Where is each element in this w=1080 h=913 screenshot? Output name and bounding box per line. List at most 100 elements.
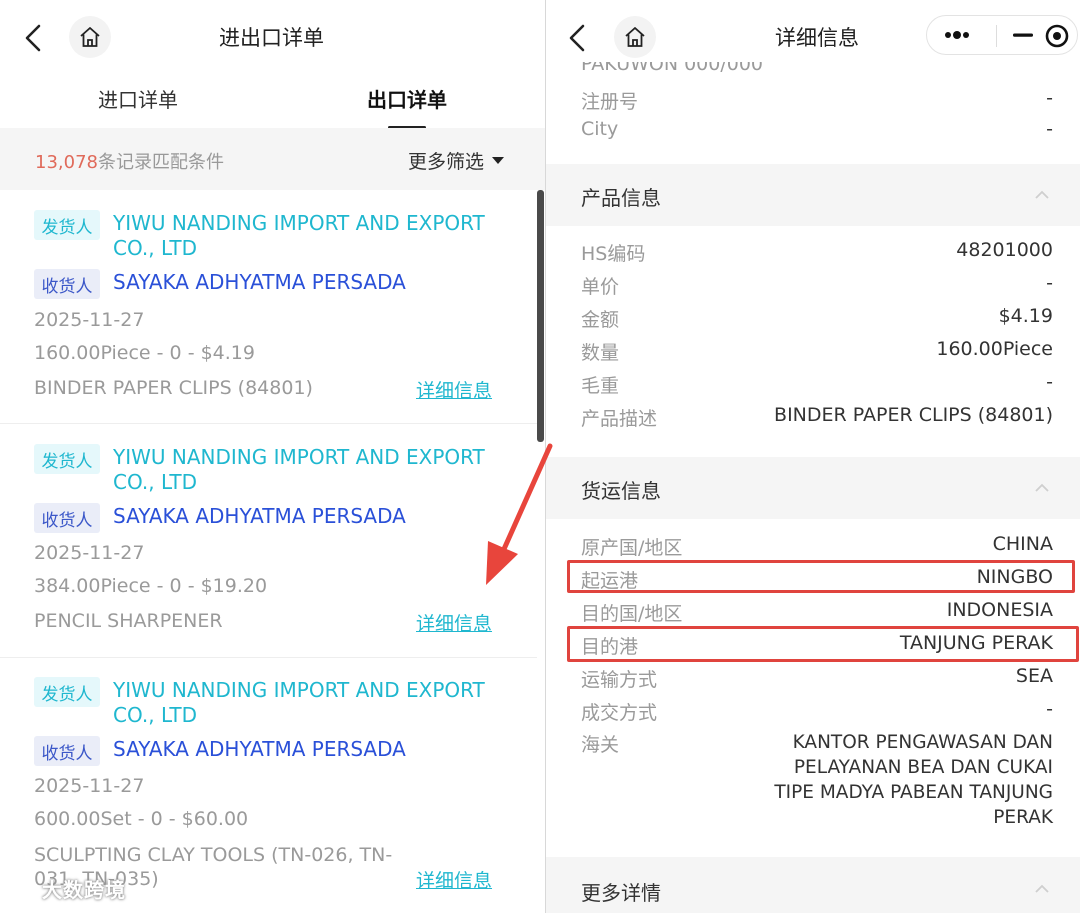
detail-label: 注册号 <box>581 91 639 113</box>
minimize-icon[interactable] <box>1009 24 1037 46</box>
detail-row: City - <box>581 118 1053 144</box>
watermark-text: 大数跨境 <box>41 878 126 902</box>
section-title: 更多详情 <box>581 881 661 905</box>
caret-down-icon <box>492 157 505 164</box>
record-summary: 160.00Piece - 0 - $4.19 <box>34 342 255 364</box>
page-title: 进出口详单 <box>219 26 324 50</box>
back-chevron-icon[interactable] <box>22 24 44 52</box>
more-filter-button[interactable]: 更多筛选 <box>408 147 505 174</box>
detail-label: 成交方式 <box>581 702 658 724</box>
product-section-header[interactable]: 产品信息 <box>546 164 1080 226</box>
detail-panel: PAKUWON 000/000 详细信息 注册号 - City - 产品信息 H… <box>546 0 1080 913</box>
record-description: BINDER PAPER CLIPS (84801) <box>34 377 313 399</box>
detail-value: - <box>1046 118 1053 140</box>
shipper-badge: 发货人 <box>34 210 100 240</box>
customs-line: PERAK <box>993 807 1053 828</box>
detail-value: INDONESIA <box>946 599 1053 621</box>
section-title: 货运信息 <box>581 479 661 503</box>
detail-label: City <box>581 118 619 140</box>
more-filter-label: 更多筛选 <box>408 151 485 173</box>
consignee-badge: 收货人 <box>34 269 100 299</box>
detail-value: - <box>1046 371 1053 393</box>
detail-row: 产品描述 BINDER PAPER CLIPS (84801) <box>581 404 1053 430</box>
shipper-name[interactable]: YIWU NANDING IMPORT AND EXPORT CO., LTD <box>113 445 513 495</box>
detail-label: 产品描述 <box>581 408 658 430</box>
detail-value: SEA <box>1015 665 1053 687</box>
list-scrollbar[interactable] <box>537 190 544 442</box>
detail-row: 金额 $4.19 <box>581 305 1053 331</box>
detail-row: 单价 - <box>581 272 1053 298</box>
record-description: PENCIL SHARPENER <box>34 610 223 632</box>
detail-value: - <box>1046 698 1053 720</box>
more-dots-icon[interactable] <box>943 27 973 43</box>
detail-value: 48201000 <box>956 239 1053 261</box>
customs-line: KANTOR PENGAWASAN DAN <box>792 732 1053 753</box>
consignee-badge: 收货人 <box>34 736 100 766</box>
detail-link[interactable]: 详细信息 <box>416 376 492 403</box>
export-list-panel: 进出口详单 进口详单 出口详单 13,078条记录匹配条件 更多筛选 发货人 Y… <box>0 0 545 913</box>
detail-label: HS编码 <box>581 243 646 265</box>
result-count-suffix: 条记录匹配条件 <box>97 152 224 173</box>
detail-value: $4.19 <box>998 305 1053 327</box>
detail-link[interactable]: 详细信息 <box>416 609 492 636</box>
home-button[interactable] <box>614 16 656 58</box>
page-title: 详细信息 <box>775 26 859 50</box>
detail-label: 单价 <box>581 276 620 298</box>
capsule-separator <box>996 25 997 47</box>
detail-row: 成交方式 - <box>581 698 1053 724</box>
result-count-bar: 13,078条记录匹配条件 更多筛选 <box>0 128 545 190</box>
highlight-box-destination-port <box>567 626 1079 662</box>
detail-label: 毛重 <box>581 375 620 397</box>
customs-value: KANTOR PENGAWASAN DAN PELAYANAN BEA DAN … <box>774 730 1053 830</box>
shipping-section-header[interactable]: 货运信息 <box>546 457 1080 519</box>
home-button[interactable] <box>69 16 111 58</box>
record-summary: 384.00Piece - 0 - $19.20 <box>34 575 268 597</box>
detail-label: 数量 <box>581 342 620 364</box>
watermark-icon <box>11 885 32 898</box>
record-summary: 600.00Set - 0 - $60.00 <box>34 808 249 830</box>
shipper-name[interactable]: YIWU NANDING IMPORT AND EXPORT CO., LTD <box>113 211 513 261</box>
detail-link[interactable]: 详细信息 <box>416 866 492 893</box>
record-card[interactable]: 发货人 YIWU NANDING IMPORT AND EXPORT CO., … <box>0 190 537 424</box>
record-card[interactable]: 发货人 YIWU NANDING IMPORT AND EXPORT CO., … <box>0 424 537 658</box>
detail-value: - <box>1046 87 1053 109</box>
chevron-up-icon <box>1035 483 1049 492</box>
chevron-up-icon <box>1035 884 1049 893</box>
miniprogram-capsule <box>926 15 1078 55</box>
consignee-name[interactable]: SAYAKA ADHYATMA PERSADA <box>113 737 513 762</box>
chevron-up-icon <box>1035 190 1049 199</box>
detail-row: 原产国/地区 CHINA <box>581 533 1053 559</box>
detail-label: 海关 <box>581 734 620 756</box>
customs-line: TIPE MADYA PABEAN TANJUNG <box>774 782 1053 803</box>
detail-value: CHINA <box>992 533 1053 555</box>
detail-row: 注册号 - <box>581 87 1053 113</box>
detail-label: 运输方式 <box>581 669 658 691</box>
back-chevron-icon[interactable] <box>566 24 588 52</box>
consignee-name[interactable]: SAYAKA ADHYATMA PERSADA <box>113 504 513 529</box>
left-nav-bar: 进出口详单 <box>0 0 545 76</box>
record-date: 2025-11-27 <box>34 309 145 331</box>
detail-row: HS编码 48201000 <box>581 239 1053 265</box>
watermark-logo: 大数跨境 <box>10 874 126 903</box>
consignee-badge: 收货人 <box>34 503 100 533</box>
detail-row: 数量 160.00Piece <box>581 338 1053 364</box>
result-count-number: 13,078 <box>35 152 98 173</box>
tab-import-list[interactable]: 进口详单 <box>98 84 178 113</box>
tab-bar: 进口详单 出口详单 <box>0 76 545 129</box>
detail-row: 目的国/地区 INDONESIA <box>581 599 1053 625</box>
detail-value: BINDER PAPER CLIPS (84801) <box>774 404 1053 426</box>
tab-export-list[interactable]: 出口详单 <box>367 84 447 113</box>
result-count: 13,078条记录匹配条件 <box>35 148 224 174</box>
detail-label: 金额 <box>581 309 620 331</box>
section-title: 产品信息 <box>581 186 661 210</box>
record-card[interactable]: 发货人 YIWU NANDING IMPORT AND EXPORT CO., … <box>0 658 537 892</box>
detail-row: 毛重 - <box>581 371 1053 397</box>
more-details-section-header[interactable]: 更多详情 <box>546 857 1080 913</box>
detail-row: 运输方式 SEA <box>581 665 1053 691</box>
shipper-name[interactable]: YIWU NANDING IMPORT AND EXPORT CO., LTD <box>113 678 513 728</box>
detail-label: 原产国/地区 <box>581 537 683 559</box>
consignee-name[interactable]: SAYAKA ADHYATMA PERSADA <box>113 270 513 295</box>
customs-line: PELAYANAN BEA DAN CUKAI <box>793 757 1053 778</box>
target-close-icon[interactable] <box>1043 22 1071 50</box>
highlight-box-departure-port <box>567 560 1075 593</box>
